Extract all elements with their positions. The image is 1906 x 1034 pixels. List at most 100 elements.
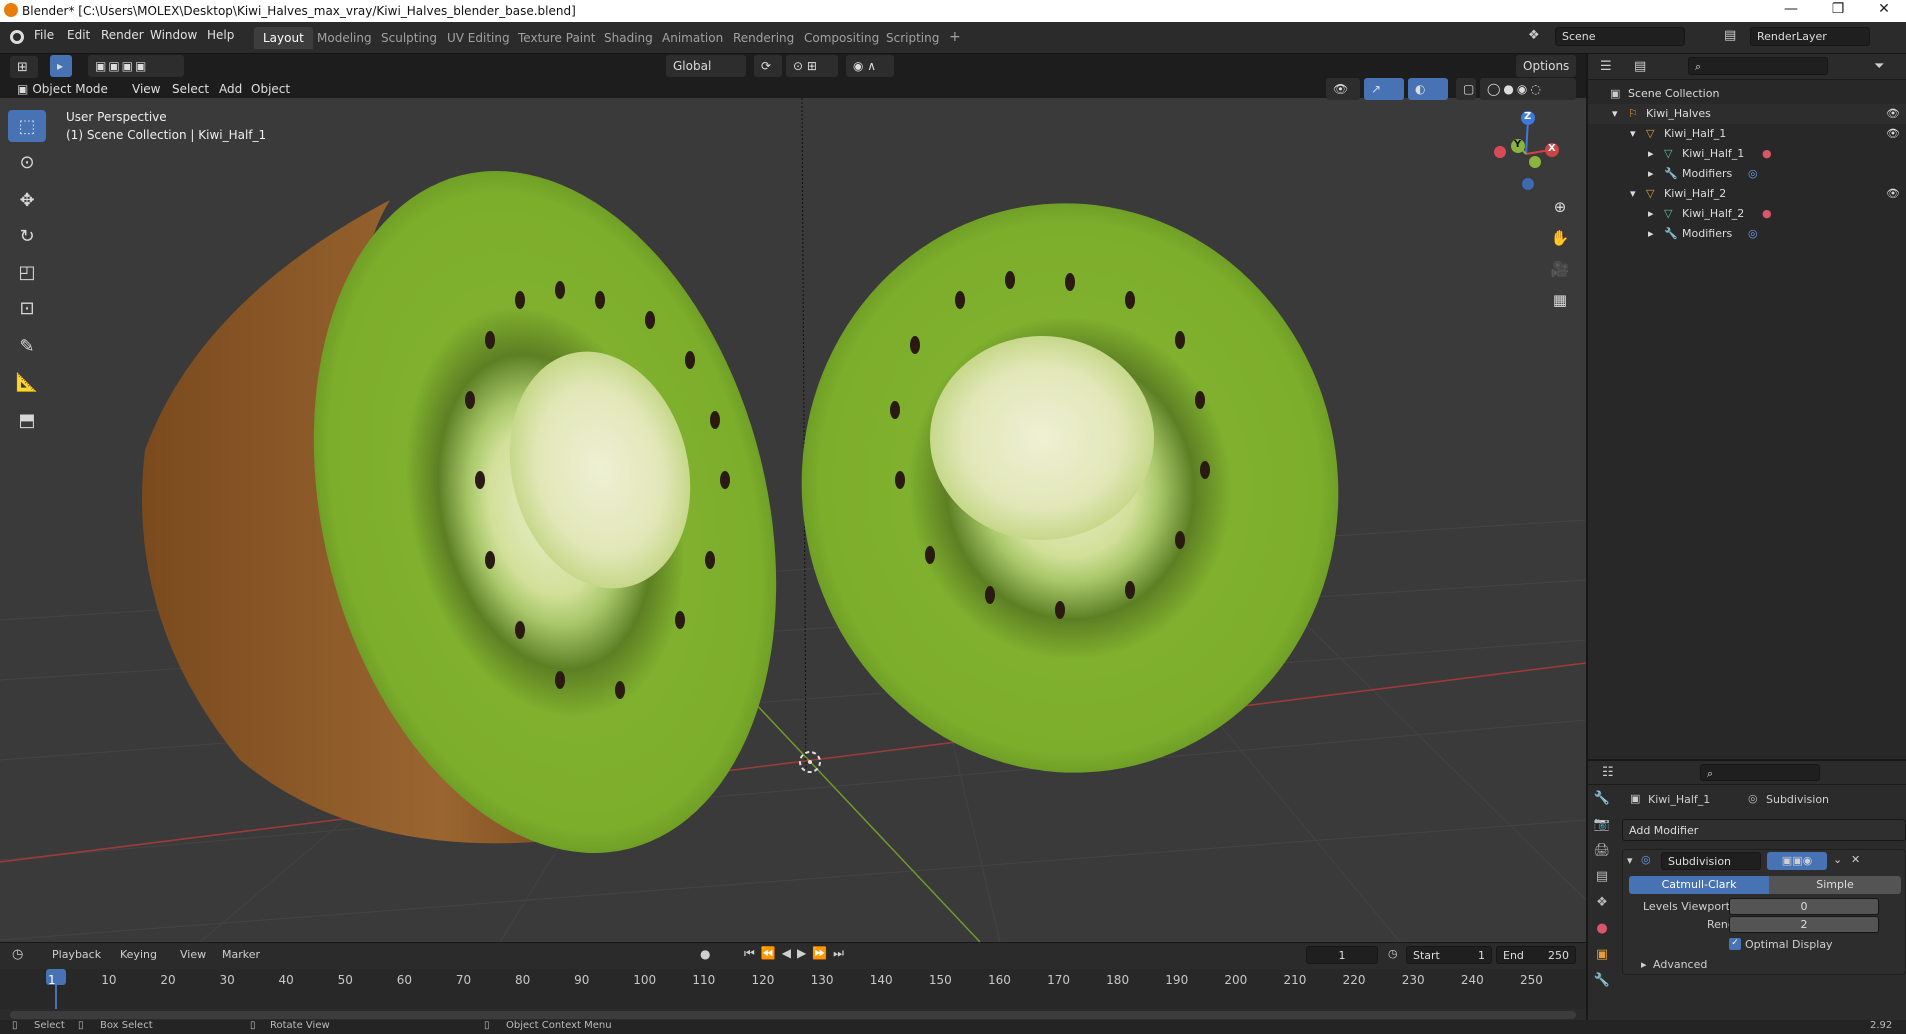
- collapse-icon[interactable]: ▸: [1648, 167, 1654, 180]
- navigation-gizmo[interactable]: Z Y X: [1486, 108, 1566, 192]
- menu-file[interactable]: File: [34, 28, 54, 42]
- collapse-icon[interactable]: ▾: [1627, 854, 1633, 867]
- menu-window[interactable]: Window: [150, 28, 197, 42]
- add-workspace-button[interactable]: +: [940, 25, 970, 47]
- timeline-menu-playback[interactable]: Playback: [52, 948, 101, 961]
- measure-tool-icon[interactable]: 📐: [8, 366, 46, 398]
- start-frame-field[interactable]: Start 1: [1406, 946, 1492, 964]
- blender-menu-icon[interactable]: [10, 30, 24, 44]
- outliner-row-kiwi-half-2[interactable]: ▾ ▽ Kiwi_Half_2 👁: [1588, 184, 1906, 204]
- menu-help[interactable]: Help: [207, 28, 234, 42]
- add-modifier-button[interactable]: Add Modifier: [1622, 819, 1906, 841]
- add-cube-tool-icon[interactable]: ⬒: [8, 404, 46, 436]
- render-tab-icon[interactable]: 📷: [1588, 811, 1616, 837]
- tab-modeling[interactable]: Modeling: [308, 27, 381, 49]
- snap-icon[interactable]: ⊙ ⊞: [786, 55, 838, 77]
- eye-icon[interactable]: 👁: [1886, 107, 1900, 120]
- expand-icon[interactable]: ▾: [1630, 187, 1636, 200]
- filter-icon[interactable]: ⏷: [1874, 59, 1884, 74]
- pan-hand-icon[interactable]: ✋: [1546, 223, 1574, 254]
- scale-tool-icon[interactable]: ◰: [8, 256, 46, 288]
- levels-viewport-field[interactable]: 0: [1729, 898, 1879, 915]
- xray-icon[interactable]: ▢: [1456, 78, 1476, 100]
- properties-search-input[interactable]: ⌕: [1700, 764, 1820, 781]
- scene-selector[interactable]: Scene: [1555, 27, 1685, 46]
- collapse-icon[interactable]: ▸: [1648, 207, 1654, 220]
- tab-animation[interactable]: Animation: [653, 27, 732, 49]
- optimal-display-checkbox[interactable]: ✓: [1729, 938, 1741, 950]
- vp-menu-view[interactable]: View: [132, 82, 160, 96]
- outliner-editor-icon[interactable]: ☰: [1600, 59, 1612, 74]
- playback-controls-icons[interactable]: ⏮⏪◀▶⏩⏭: [744, 946, 850, 961]
- tab-uv-editing[interactable]: UV Editing: [438, 27, 519, 49]
- render-levels-field[interactable]: 2: [1729, 916, 1879, 933]
- world-tab-icon[interactable]: ●: [1588, 915, 1616, 941]
- simple-button[interactable]: Simple: [1769, 876, 1901, 894]
- expand-icon[interactable]: ▾: [1612, 107, 1618, 120]
- menu-render[interactable]: Render: [101, 28, 144, 42]
- tab-sculpting[interactable]: Sculpting: [372, 27, 446, 49]
- vp-menu-select[interactable]: Select: [172, 82, 209, 96]
- outliner-row-scene-collection[interactable]: ▣ Scene Collection: [1588, 84, 1906, 104]
- close-window-button[interactable]: ✕: [1864, 1, 1904, 17]
- outliner-row-modifiers-2[interactable]: ▸ 🔧 Modifiers ◎: [1588, 224, 1906, 244]
- eye-icon[interactable]: 👁: [1886, 187, 1900, 200]
- editor-type-icon[interactable]: ⊞: [10, 56, 38, 78]
- timeline-editor-icon[interactable]: ◷: [12, 947, 23, 962]
- gizmo-toggle-icon[interactable]: ↗: [1364, 78, 1404, 100]
- 3d-viewport[interactable]: [0, 98, 1586, 942]
- outliner-search-input[interactable]: ⌕: [1688, 57, 1828, 75]
- object-tab-icon[interactable]: ▣: [1588, 941, 1616, 967]
- cursor-tool-icon[interactable]: ⊙: [8, 146, 46, 178]
- catmull-clark-button[interactable]: Catmull-Clark: [1629, 876, 1769, 894]
- tool-tab-icon[interactable]: 🔧: [1588, 785, 1616, 811]
- menu-edit[interactable]: Edit: [67, 28, 90, 42]
- camera-view-icon[interactable]: 🎥: [1546, 254, 1574, 285]
- pivot-icon[interactable]: ⟳: [754, 55, 782, 77]
- timeline-menu-keying[interactable]: Keying: [120, 948, 157, 961]
- tab-compositing[interactable]: Compositing: [795, 27, 888, 49]
- kiwi-half-1[interactable]: [142, 122, 844, 903]
- visibility-icon[interactable]: 👁: [1326, 78, 1360, 100]
- minimize-button[interactable]: —: [1771, 1, 1811, 17]
- modifier-menu-icon[interactable]: ⌄: [1833, 853, 1842, 866]
- rotate-tool-icon[interactable]: ↻: [8, 220, 46, 252]
- expand-icon[interactable]: ▾: [1630, 127, 1636, 140]
- select-box-tool-icon[interactable]: ⬚: [8, 110, 46, 142]
- restore-button[interactable]: ❐: [1818, 1, 1858, 17]
- vp-menu-add[interactable]: Add: [219, 82, 242, 96]
- tab-scripting[interactable]: Scripting: [877, 27, 948, 49]
- select-tool-icon[interactable]: ▸: [50, 55, 72, 77]
- tab-texture-paint[interactable]: Texture Paint: [509, 27, 604, 49]
- tab-layout[interactable]: Layout: [254, 27, 313, 49]
- advanced-expand-icon[interactable]: ▸: [1641, 958, 1647, 971]
- orientation-selector[interactable]: Global: [666, 55, 746, 77]
- timeline-menu-marker[interactable]: Marker: [222, 948, 260, 961]
- subdivision-modifier-icon[interactable]: ◎: [1748, 227, 1758, 240]
- move-tool-icon[interactable]: ✥: [8, 184, 46, 216]
- timeline-menu-view[interactable]: View: [180, 948, 206, 961]
- display-mode-icon[interactable]: ▤: [1634, 59, 1646, 74]
- collapse-icon[interactable]: ▸: [1648, 147, 1654, 160]
- tab-shading[interactable]: Shading: [595, 27, 662, 49]
- properties-editor-icon[interactable]: ☷: [1602, 765, 1614, 780]
- outliner-row-modifiers-1[interactable]: ▸ 🔧 Modifiers ◎: [1588, 164, 1906, 184]
- modifier-name-input[interactable]: Subdivision: [1661, 852, 1761, 870]
- proportional-edit-icon[interactable]: ◉ ∧: [846, 55, 894, 77]
- ortho-grid-icon[interactable]: ▦: [1546, 285, 1574, 316]
- scene-tab-icon[interactable]: ❖: [1588, 889, 1616, 915]
- end-frame-field[interactable]: End 250: [1496, 946, 1576, 964]
- modifier-remove-icon[interactable]: ✕: [1851, 853, 1860, 866]
- record-icon[interactable]: ●: [700, 947, 710, 961]
- collapse-icon[interactable]: ▸: [1648, 227, 1654, 240]
- tab-rendering[interactable]: Rendering: [724, 27, 803, 49]
- view-layer-tab-icon[interactable]: ▤: [1588, 863, 1616, 889]
- annotate-tool-icon[interactable]: ✎: [8, 330, 46, 362]
- output-tab-icon[interactable]: 🖨: [1588, 837, 1616, 863]
- subdivision-modifier-icon[interactable]: ◎: [1748, 167, 1758, 180]
- options-button[interactable]: Options: [1516, 55, 1576, 77]
- object-mode-selector[interactable]: ▣ Object Mode: [10, 78, 122, 100]
- kiwi-half-2[interactable]: [765, 168, 1375, 807]
- outliner-row-kiwi-half-1[interactable]: ▾ ▽ Kiwi_Half_1 👁: [1588, 124, 1906, 144]
- modifier-visibility-icons[interactable]: ▣▣◉: [1767, 852, 1827, 870]
